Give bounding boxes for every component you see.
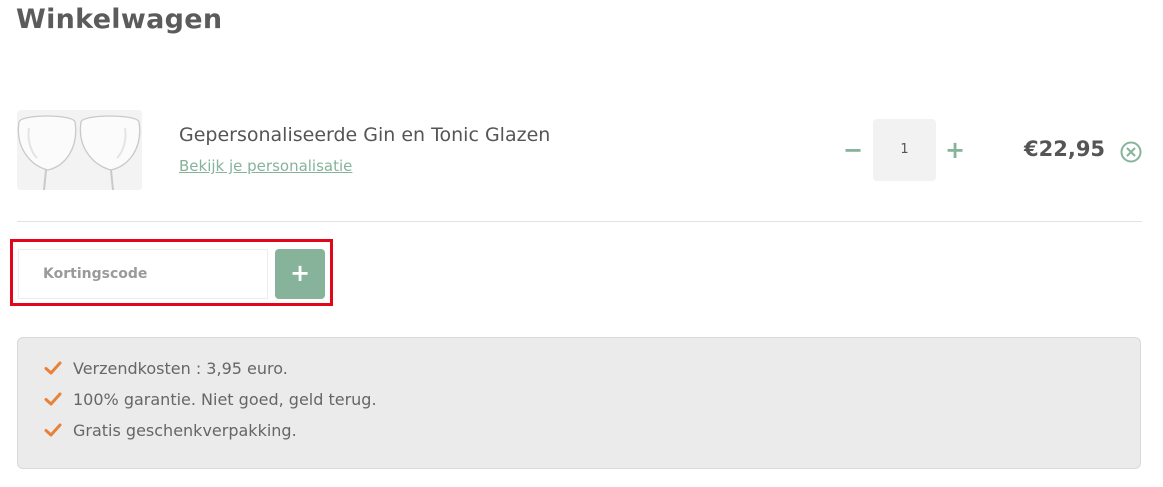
quantity-field[interactable]: 1 [873, 119, 936, 181]
cart-page: Winkelwagen Gepersonaliseerde Gin en Ton… [0, 0, 1163, 487]
info-item-text: Gratis geschenkverpakking. [73, 421, 297, 440]
product-name: Gepersonaliseerde Gin en Tonic Glazen [179, 124, 551, 146]
wine-glasses-icon [17, 110, 142, 190]
shipping-info-box: Verzendkosten : 3,95 euro. 100% garantie… [17, 337, 1141, 469]
info-item-text: Verzendkosten : 3,95 euro. [73, 359, 288, 378]
increase-quantity-button[interactable]: + [944, 138, 966, 162]
info-item: Verzendkosten : 3,95 euro. [44, 359, 288, 381]
apply-coupon-button[interactable]: + [275, 249, 325, 299]
info-item-text: 100% garantie. Niet goed, geld terug. [73, 390, 377, 409]
check-icon [44, 392, 62, 406]
remove-item-button[interactable] [1120, 141, 1142, 163]
coupon-code-input[interactable] [18, 249, 268, 299]
info-item: Gratis geschenkverpakking. [44, 421, 297, 443]
product-image[interactable] [17, 110, 142, 190]
check-icon [44, 423, 62, 437]
close-circle-icon [1120, 141, 1142, 163]
item-price: €22,95 [1024, 137, 1106, 161]
decrease-quantity-button[interactable]: − [842, 138, 864, 162]
view-personalization-link[interactable]: Bekijk je personalisatie [179, 157, 352, 175]
page-title: Winkelwagen [16, 4, 223, 35]
info-item: 100% garantie. Niet goed, geld terug. [44, 390, 377, 412]
check-icon [44, 361, 62, 375]
divider [17, 221, 1142, 222]
